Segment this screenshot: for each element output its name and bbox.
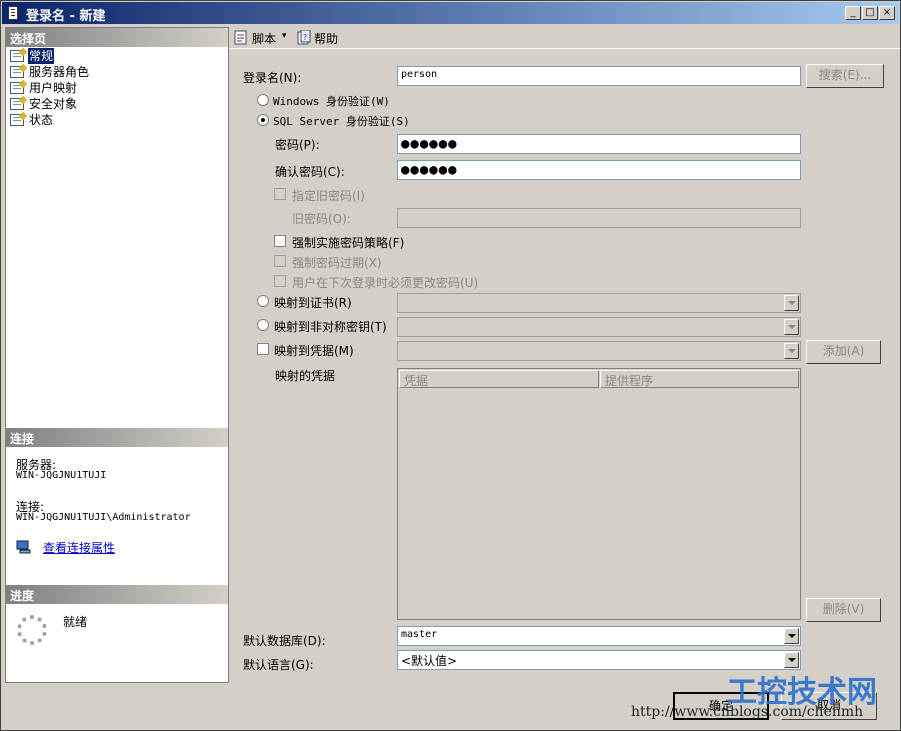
- login-name-input[interactable]: person: [397, 66, 801, 86]
- map-certificate-label: 映射到证书(R): [274, 296, 352, 310]
- select-page-header: 选择页: [6, 28, 228, 47]
- connection-value: WIN-JQGJNU1TUJI\Administrator: [16, 512, 191, 523]
- default-database-select[interactable]: master: [397, 626, 801, 646]
- connection-properties-icon: [16, 540, 32, 554]
- add-credential-button[interactable]: 添加(A): [806, 340, 881, 364]
- login-name-label: 登录名(N):: [243, 71, 302, 85]
- chevron-down-icon: [784, 652, 799, 668]
- must-change-password-checkbox[interactable]: [274, 275, 286, 287]
- map-asymmetric-key-radio[interactable]: [257, 319, 269, 331]
- help-icon: ?: [297, 30, 311, 45]
- help-button[interactable]: ? 帮助: [296, 29, 346, 47]
- left-panel: 选择页 常规 服务器角色 用户映射 安全对象 状态 连接 服务器: WIN-JQ…: [5, 27, 229, 683]
- chevron-down-icon: [784, 319, 799, 335]
- remove-credential-button[interactable]: 删除(V): [806, 598, 881, 622]
- specify-old-password-checkbox[interactable]: [274, 188, 286, 200]
- nav-item-label: 用户映射: [29, 81, 78, 95]
- window-title: 登录名 - 新建: [26, 9, 106, 24]
- enforce-expiration-label: 强制密码过期(X): [292, 256, 382, 270]
- map-asymmetric-key-label: 映射到非对称密钥(T): [274, 320, 387, 334]
- connection-header: 连接: [6, 428, 228, 447]
- chevron-down-icon: [784, 628, 799, 644]
- nav-item-label: 安全对象: [29, 97, 78, 111]
- map-credential-label: 映射到凭据(M): [274, 344, 354, 358]
- old-password-label: 旧密码(O):: [292, 212, 351, 226]
- sql-auth-label: SQL Server 身份验证(S): [273, 115, 410, 128]
- default-database-value: master: [401, 629, 438, 640]
- nav-item-label: 常规: [28, 48, 55, 64]
- credential-select[interactable]: [397, 341, 801, 361]
- mapped-credentials-grid[interactable]: 凭据 提供程序: [397, 368, 801, 620]
- help-label: 帮助: [314, 32, 339, 46]
- server-value: WIN-JQGJNU1TUJI: [16, 470, 107, 481]
- sql-auth-radio[interactable]: [257, 114, 269, 126]
- watermark-url: http://www.cnblogs.com/chenmh: [631, 704, 864, 720]
- certificate-select[interactable]: [397, 293, 801, 313]
- progress-spinner-icon: [17, 615, 47, 645]
- maximize-button[interactable]: □: [862, 6, 878, 20]
- view-connection-properties-link[interactable]: 查看连接属性: [43, 539, 115, 556]
- progress-header: 进度: [6, 585, 228, 604]
- page-icon: [10, 114, 24, 126]
- close-button[interactable]: ×: [879, 6, 895, 20]
- map-certificate-radio[interactable]: [257, 295, 269, 307]
- toolbar: 脚本 ▾ ? 帮助: [230, 27, 900, 49]
- password-label: 密码(P):: [275, 138, 320, 152]
- default-language-label: 默认语言(G):: [243, 658, 314, 672]
- map-credential-checkbox[interactable]: [257, 343, 269, 355]
- enforce-policy-label: 强制实施密码策略(F): [292, 236, 405, 250]
- default-database-label: 默认数据库(D):: [243, 634, 326, 648]
- enforce-expiration-checkbox[interactable]: [274, 255, 286, 267]
- default-language-value: <默认值>: [401, 654, 458, 668]
- windows-auth-label: Windows 身份验证(W): [273, 95, 390, 108]
- title-bar: 登录名 - 新建 _ □ ×: [2, 2, 899, 24]
- script-icon: [234, 30, 247, 45]
- page-icon: [10, 98, 24, 110]
- script-button[interactable]: 脚本 ▾: [233, 29, 289, 47]
- asymmetric-key-select[interactable]: [397, 317, 801, 337]
- confirm-password-label: 确认密码(C):: [275, 165, 345, 179]
- nav-item-label: 服务器角色: [29, 65, 90, 79]
- login-new-dialog: 登录名 - 新建 _ □ × 选择页 常规 服务器角色 用户映射 安全对象 状态…: [0, 0, 901, 731]
- chevron-down-icon: ▾: [282, 31, 287, 41]
- page-icon: [10, 50, 24, 62]
- specify-old-password-label: 指定旧密码(I): [292, 189, 365, 203]
- password-input[interactable]: ●●●●●●: [397, 134, 801, 154]
- windows-auth-radio[interactable]: [257, 94, 269, 106]
- svg-text:?: ?: [303, 33, 307, 42]
- chevron-down-icon: [784, 295, 799, 311]
- minimize-button[interactable]: _: [845, 6, 861, 20]
- search-button[interactable]: 搜索(E)...: [806, 64, 884, 88]
- progress-status: 就绪: [63, 615, 88, 629]
- enforce-policy-checkbox[interactable]: [274, 235, 286, 247]
- window-icon: [8, 6, 18, 20]
- script-label: 脚本: [252, 32, 277, 46]
- old-password-input[interactable]: [397, 208, 801, 228]
- grid-column-provider[interactable]: 提供程序: [600, 370, 799, 388]
- nav-item-label: 状态: [29, 113, 54, 127]
- confirm-password-input[interactable]: ●●●●●●: [397, 160, 801, 180]
- page-icon: [10, 66, 24, 78]
- page-icon: [10, 82, 24, 94]
- grid-column-credential[interactable]: 凭据: [399, 370, 599, 388]
- chevron-down-icon: [784, 343, 799, 359]
- must-change-password-label: 用户在下次登录时必须更改密码(U): [292, 276, 479, 290]
- mapped-credentials-label: 映射的凭据: [275, 369, 336, 383]
